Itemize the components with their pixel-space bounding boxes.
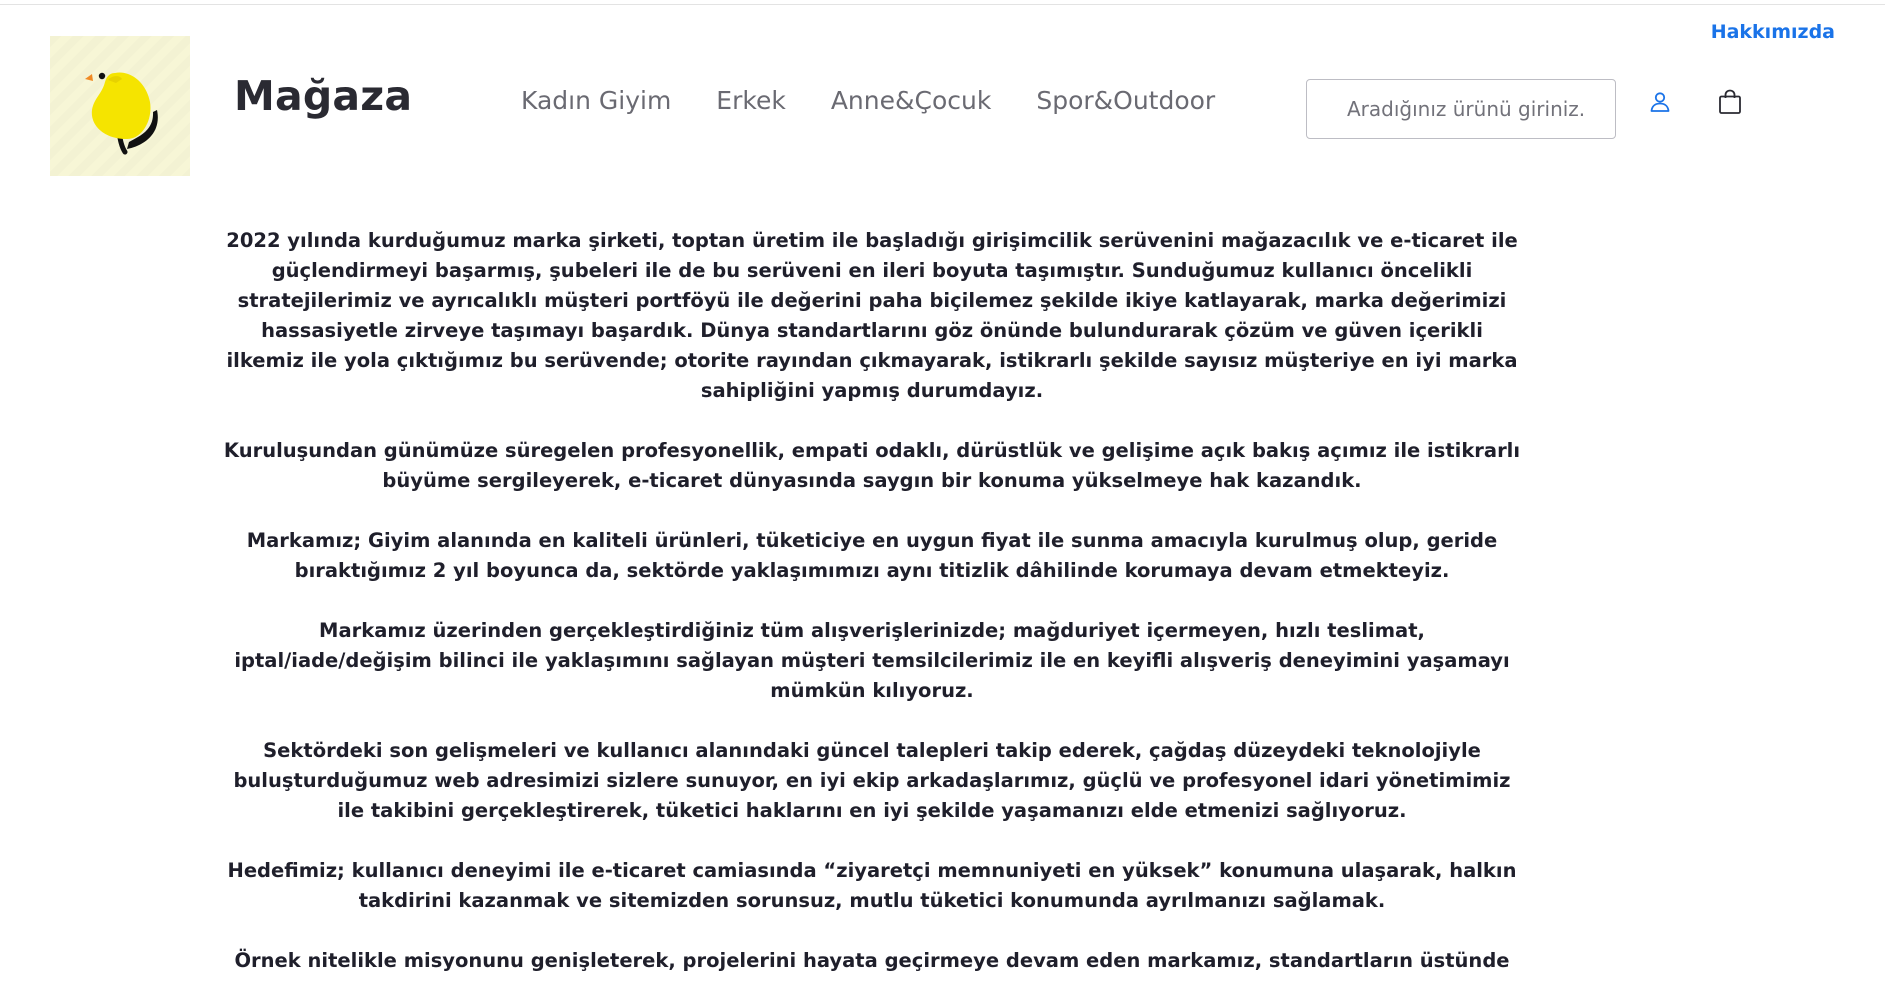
about-paragraph: 2022 yılında kurduğumuz marka şirketi, t…: [226, 229, 1518, 402]
about-paragraph: Örnek nitelikle misyonunu genişleterek, …: [234, 949, 1510, 972]
about-paragraph: Sektördeki son gelişmeleri ve kullanıcı …: [233, 739, 1511, 822]
about-content: 2022 yılında kurduğumuz marka şirketi, t…: [222, 226, 1522, 1006]
top-divider: [0, 4, 1885, 5]
nav-item-anne-cocuk[interactable]: Anne&Çocuk: [831, 86, 992, 115]
logo[interactable]: [50, 36, 190, 176]
main-nav: Kadın Giyim Erkek Anne&Çocuk Spor&Outdoo…: [521, 86, 1260, 115]
search-input[interactable]: [1306, 79, 1616, 139]
bird-logo-icon: [85, 72, 158, 155]
about-paragraph: Markamız üzerinden gerçekleştirdiğiniz t…: [234, 619, 1510, 702]
about-paragraph: Markamız; Giyim alanında en kaliteli ürü…: [246, 529, 1498, 582]
about-paragraph: Hedefimiz; kullanıcı deneyimi ile e-tica…: [227, 859, 1517, 912]
nav-item-erkek[interactable]: Erkek: [716, 86, 786, 115]
user-icon[interactable]: [1644, 86, 1676, 118]
brand-name: Mağaza: [234, 72, 413, 120]
about-paragraph: Kuruluşundan günümüze süregelen profesyo…: [223, 439, 1521, 492]
shopping-bag-icon[interactable]: [1714, 86, 1746, 118]
nav-item-kadin-giyim[interactable]: Kadın Giyim: [521, 86, 671, 115]
about-link[interactable]: Hakkımızda: [1711, 21, 1835, 43]
nav-item-spor-outdoor[interactable]: Spor&Outdoor: [1036, 86, 1215, 115]
